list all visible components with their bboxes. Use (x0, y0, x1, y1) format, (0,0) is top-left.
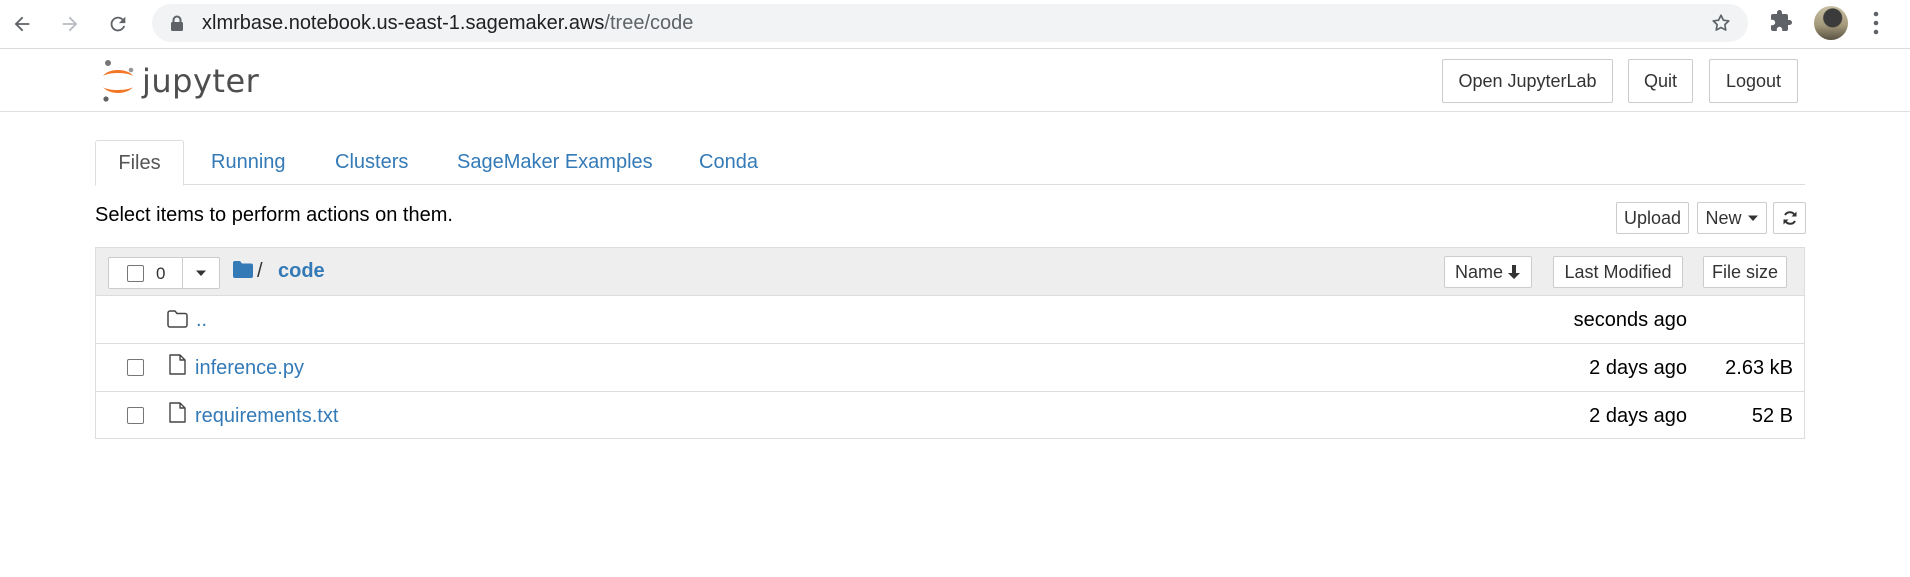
arrow-left-icon (14, 16, 30, 32)
jupyter-header: jupyter Open JupyterLab Quit Logout (0, 49, 1910, 112)
address-bar[interactable]: xlmrbase.notebook.us-east-1.sagemaker.aw… (152, 4, 1748, 42)
arrow-right-icon (62, 16, 78, 32)
quit-button[interactable]: Quit (1628, 59, 1693, 103)
select-menu-button[interactable] (183, 258, 219, 288)
forward-button[interactable] (53, 7, 87, 41)
file-name-link[interactable]: inference.py (195, 357, 304, 380)
file-list: 0 / code Name Last Modified File size ..… (95, 247, 1805, 439)
caret-down-icon (196, 270, 206, 276)
logout-button[interactable]: Logout (1709, 59, 1798, 103)
new-button-label: New (1705, 207, 1742, 228)
new-dropdown-button[interactable]: New (1697, 202, 1767, 234)
breadcrumb-current[interactable]: code (278, 260, 325, 283)
url-host: xlmrbase.notebook.us-east-1.sagemaker.aw… (202, 12, 605, 34)
back-button[interactable] (5, 7, 39, 41)
file-modified: 2 days ago (1589, 405, 1687, 427)
file-list-header: 0 / code Name Last Modified File size (96, 248, 1804, 296)
sort-by-last-modified-button[interactable]: Last Modified (1553, 256, 1683, 288)
file-modified: 2 days ago (1589, 357, 1687, 379)
more-vert-icon[interactable] (1864, 8, 1888, 38)
sort-by-name-button[interactable]: Name (1444, 256, 1532, 288)
reload-icon (110, 16, 126, 32)
tab-files[interactable]: Files (95, 140, 184, 186)
row-checkbox[interactable] (127, 407, 144, 424)
profile-avatar[interactable] (1814, 6, 1848, 40)
selected-count: 0 (156, 264, 166, 283)
file-icon (169, 402, 186, 423)
tab-conda[interactable]: Conda (699, 140, 758, 185)
browser-toolbar: xlmrbase.notebook.us-east-1.sagemaker.aw… (0, 0, 1910, 49)
list-item[interactable]: inference.py 2 days ago 2.63 kB (96, 344, 1804, 392)
file-name-link[interactable]: requirements.txt (195, 405, 338, 428)
list-item[interactable]: requirements.txt 2 days ago 52 B (96, 392, 1804, 440)
upload-button[interactable]: Upload (1616, 202, 1689, 234)
folder-outline-icon (167, 310, 188, 328)
row-checkbox[interactable] (127, 359, 144, 376)
url-path: /tree/code (604, 12, 694, 34)
file-name-link[interactable]: .. (196, 309, 207, 332)
tab-clusters[interactable]: Clusters (335, 140, 408, 185)
tab-running[interactable]: Running (211, 140, 286, 185)
select-all-checkbox[interactable] (127, 265, 144, 282)
folder-icon[interactable] (233, 261, 253, 278)
select-all-group: 0 (108, 257, 220, 289)
breadcrumb-separator: / (257, 260, 263, 282)
jupyter-logo-text: jupyter (142, 62, 260, 100)
file-size: 52 B (1751, 405, 1793, 427)
arrow-down-icon (1508, 265, 1520, 279)
file-icon (169, 354, 186, 375)
sort-by-file-size-button[interactable]: File size (1703, 256, 1787, 288)
list-item[interactable]: .. seconds ago (96, 296, 1804, 344)
refresh-icon (1783, 211, 1796, 225)
url-text: xlmrbase.notebook.us-east-1.sagemaker.aw… (202, 4, 693, 42)
lock-icon (171, 15, 183, 31)
tab-bar: Files Running Clusters SageMaker Example… (95, 140, 1805, 186)
caret-down-icon (1747, 215, 1758, 221)
name-column-label: Name (1454, 261, 1503, 282)
tab-sagemaker-examples[interactable]: SageMaker Examples (457, 140, 653, 185)
reload-button[interactable] (101, 7, 135, 41)
file-size: 2.63 kB (1725, 357, 1793, 379)
bookmark-star-icon[interactable] (1710, 12, 1732, 34)
open-jupyterlab-button[interactable]: Open JupyterLab (1442, 59, 1613, 103)
extensions-puzzle-icon[interactable] (1769, 9, 1793, 33)
file-modified: seconds ago (1573, 309, 1687, 331)
refresh-button[interactable] (1773, 202, 1806, 234)
jupyter-logo-icon (103, 60, 134, 102)
jupyter-logo[interactable]: jupyter (100, 59, 259, 103)
selection-hint: Select items to perform actions on them. (95, 204, 453, 226)
